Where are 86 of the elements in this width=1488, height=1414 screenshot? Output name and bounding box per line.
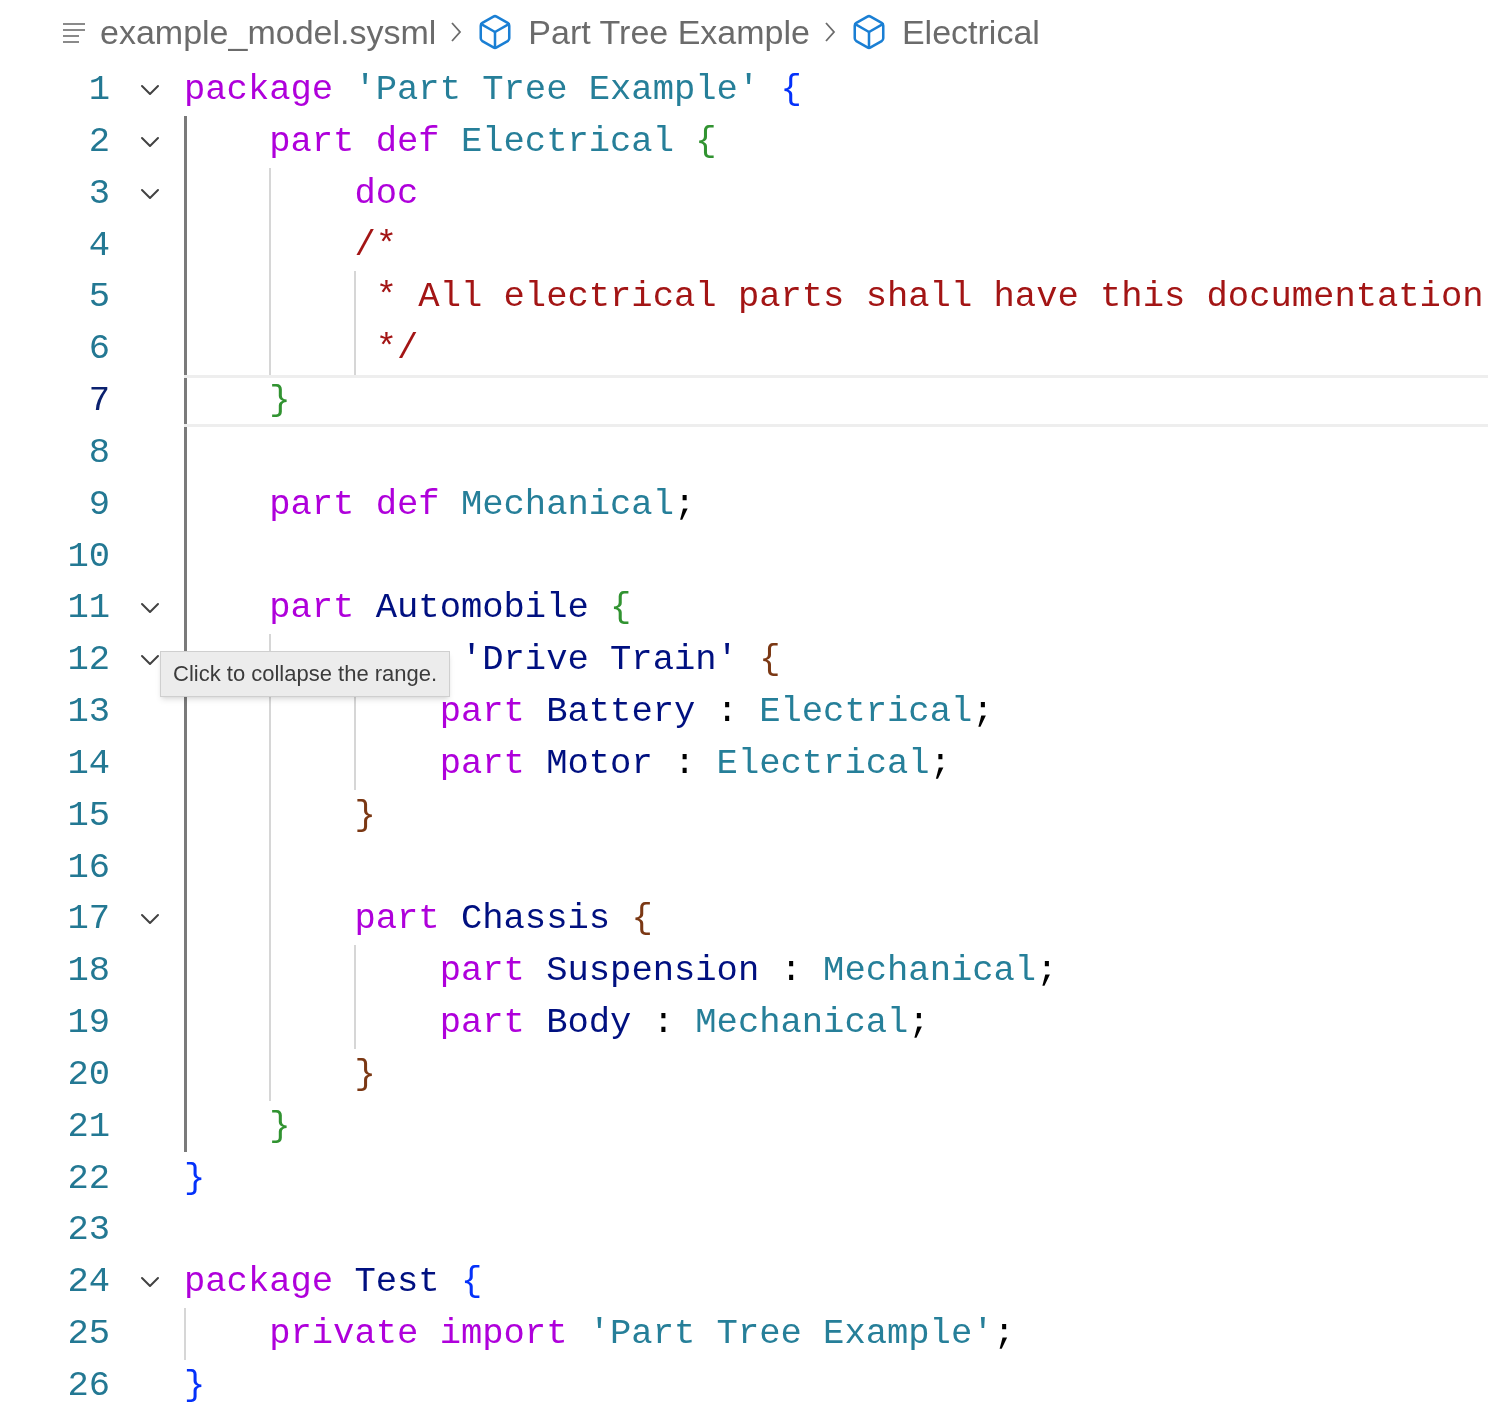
identifier: Body — [545, 1005, 632, 1041]
line-number: 24 — [66, 1264, 110, 1300]
keyword: part def — [269, 486, 440, 523]
keyword: part def — [269, 124, 440, 160]
line-number: 9 — [87, 486, 110, 523]
string-literal: 'Part Tree Example' — [587, 1316, 994, 1352]
breadcrumb-item[interactable]: Part Tree Example — [528, 15, 810, 49]
identifier: 'Drive Train' — [460, 642, 738, 678]
line-number: 13 — [66, 694, 110, 730]
keyword: part — [439, 1005, 525, 1041]
punctuation: ; — [972, 694, 994, 730]
brace: { — [758, 642, 781, 678]
identifier: Motor — [545, 745, 653, 782]
line-number: 22 — [66, 1160, 110, 1197]
brace: } — [269, 383, 291, 419]
type-name: Mechanical — [694, 1005, 909, 1041]
line-number: 1 — [87, 72, 110, 108]
line-number: 19 — [66, 1005, 110, 1041]
keyword: part — [439, 745, 525, 782]
line-number: 8 — [87, 434, 110, 471]
line-number: 10 — [66, 538, 110, 575]
type-name: Electrical — [758, 694, 973, 730]
breadcrumb-item[interactable]: example_model.sysml — [100, 15, 437, 49]
comment-text: */ — [374, 331, 419, 367]
punctuation: : — [651, 1005, 674, 1041]
punctuation: ; — [908, 1005, 930, 1041]
brace: } — [354, 1056, 376, 1093]
punctuation: ; — [1036, 953, 1058, 989]
brace: } — [354, 797, 376, 834]
brace: { — [630, 901, 653, 937]
line-number: 16 — [66, 849, 110, 886]
keyword: part — [439, 694, 525, 730]
line-number: 25 — [66, 1316, 110, 1352]
line-number: 23 — [66, 1212, 110, 1248]
identifier: Automobile — [374, 590, 589, 626]
type-name: Electrical — [459, 124, 674, 160]
chevron-right-icon — [450, 20, 463, 44]
line-number: 17 — [66, 901, 110, 937]
identifier: Chassis — [459, 901, 611, 937]
keyword: package — [184, 1264, 334, 1300]
identifier: Test — [353, 1264, 440, 1300]
line-number: 7 — [87, 383, 110, 419]
brace: } — [269, 1108, 291, 1145]
brace: { — [694, 124, 717, 160]
keyword: doc — [354, 175, 419, 212]
type-name: Mechanical — [822, 953, 1037, 989]
comment-text: * All electrical parts shall have this documentation — [374, 279, 1484, 315]
breadcrumb-item[interactable]: Electrical — [901, 15, 1040, 49]
brace: { — [779, 72, 802, 108]
line-number: 11 — [66, 590, 110, 626]
chevron-right-icon — [823, 20, 836, 44]
punctuation: ; — [674, 486, 696, 523]
comment-text: /* — [354, 227, 398, 264]
line-number: 5 — [87, 279, 110, 315]
line-number: 26 — [66, 1367, 110, 1404]
punctuation: : — [673, 745, 696, 782]
line-number: 12 — [66, 642, 110, 678]
punctuation: ; — [929, 745, 951, 782]
list-icon — [62, 21, 86, 43]
type-name: Mechanical — [459, 486, 674, 523]
keyword: package — [184, 72, 334, 108]
brace: { — [609, 590, 632, 626]
line-number: 15 — [66, 797, 110, 834]
keyword: part — [354, 901, 440, 937]
string-literal: 'Part Tree Example' — [353, 72, 760, 108]
line-number: 2 — [87, 124, 110, 160]
keyword: part — [439, 953, 525, 989]
line-number: 21 — [66, 1108, 110, 1145]
brace: { — [459, 1264, 483, 1300]
line-number: 20 — [66, 1056, 110, 1093]
line-number: 6 — [87, 331, 110, 367]
identifier: Suspension — [545, 953, 760, 989]
punctuation: : — [779, 953, 802, 989]
brace: } — [184, 1160, 206, 1197]
keyword: private import — [269, 1316, 568, 1352]
brace: } — [184, 1367, 206, 1404]
keyword: part — [269, 590, 355, 626]
line-number: 4 — [87, 227, 110, 264]
line-number: 14 — [66, 745, 110, 782]
punctuation: ; — [993, 1316, 1015, 1352]
tooltip: Click to collapse the range. — [160, 651, 451, 697]
identifier: Battery — [545, 694, 696, 730]
type-name: Electrical — [715, 745, 930, 782]
line-number: 18 — [66, 953, 110, 989]
punctuation: : — [715, 694, 738, 730]
line-number: 3 — [87, 175, 110, 212]
